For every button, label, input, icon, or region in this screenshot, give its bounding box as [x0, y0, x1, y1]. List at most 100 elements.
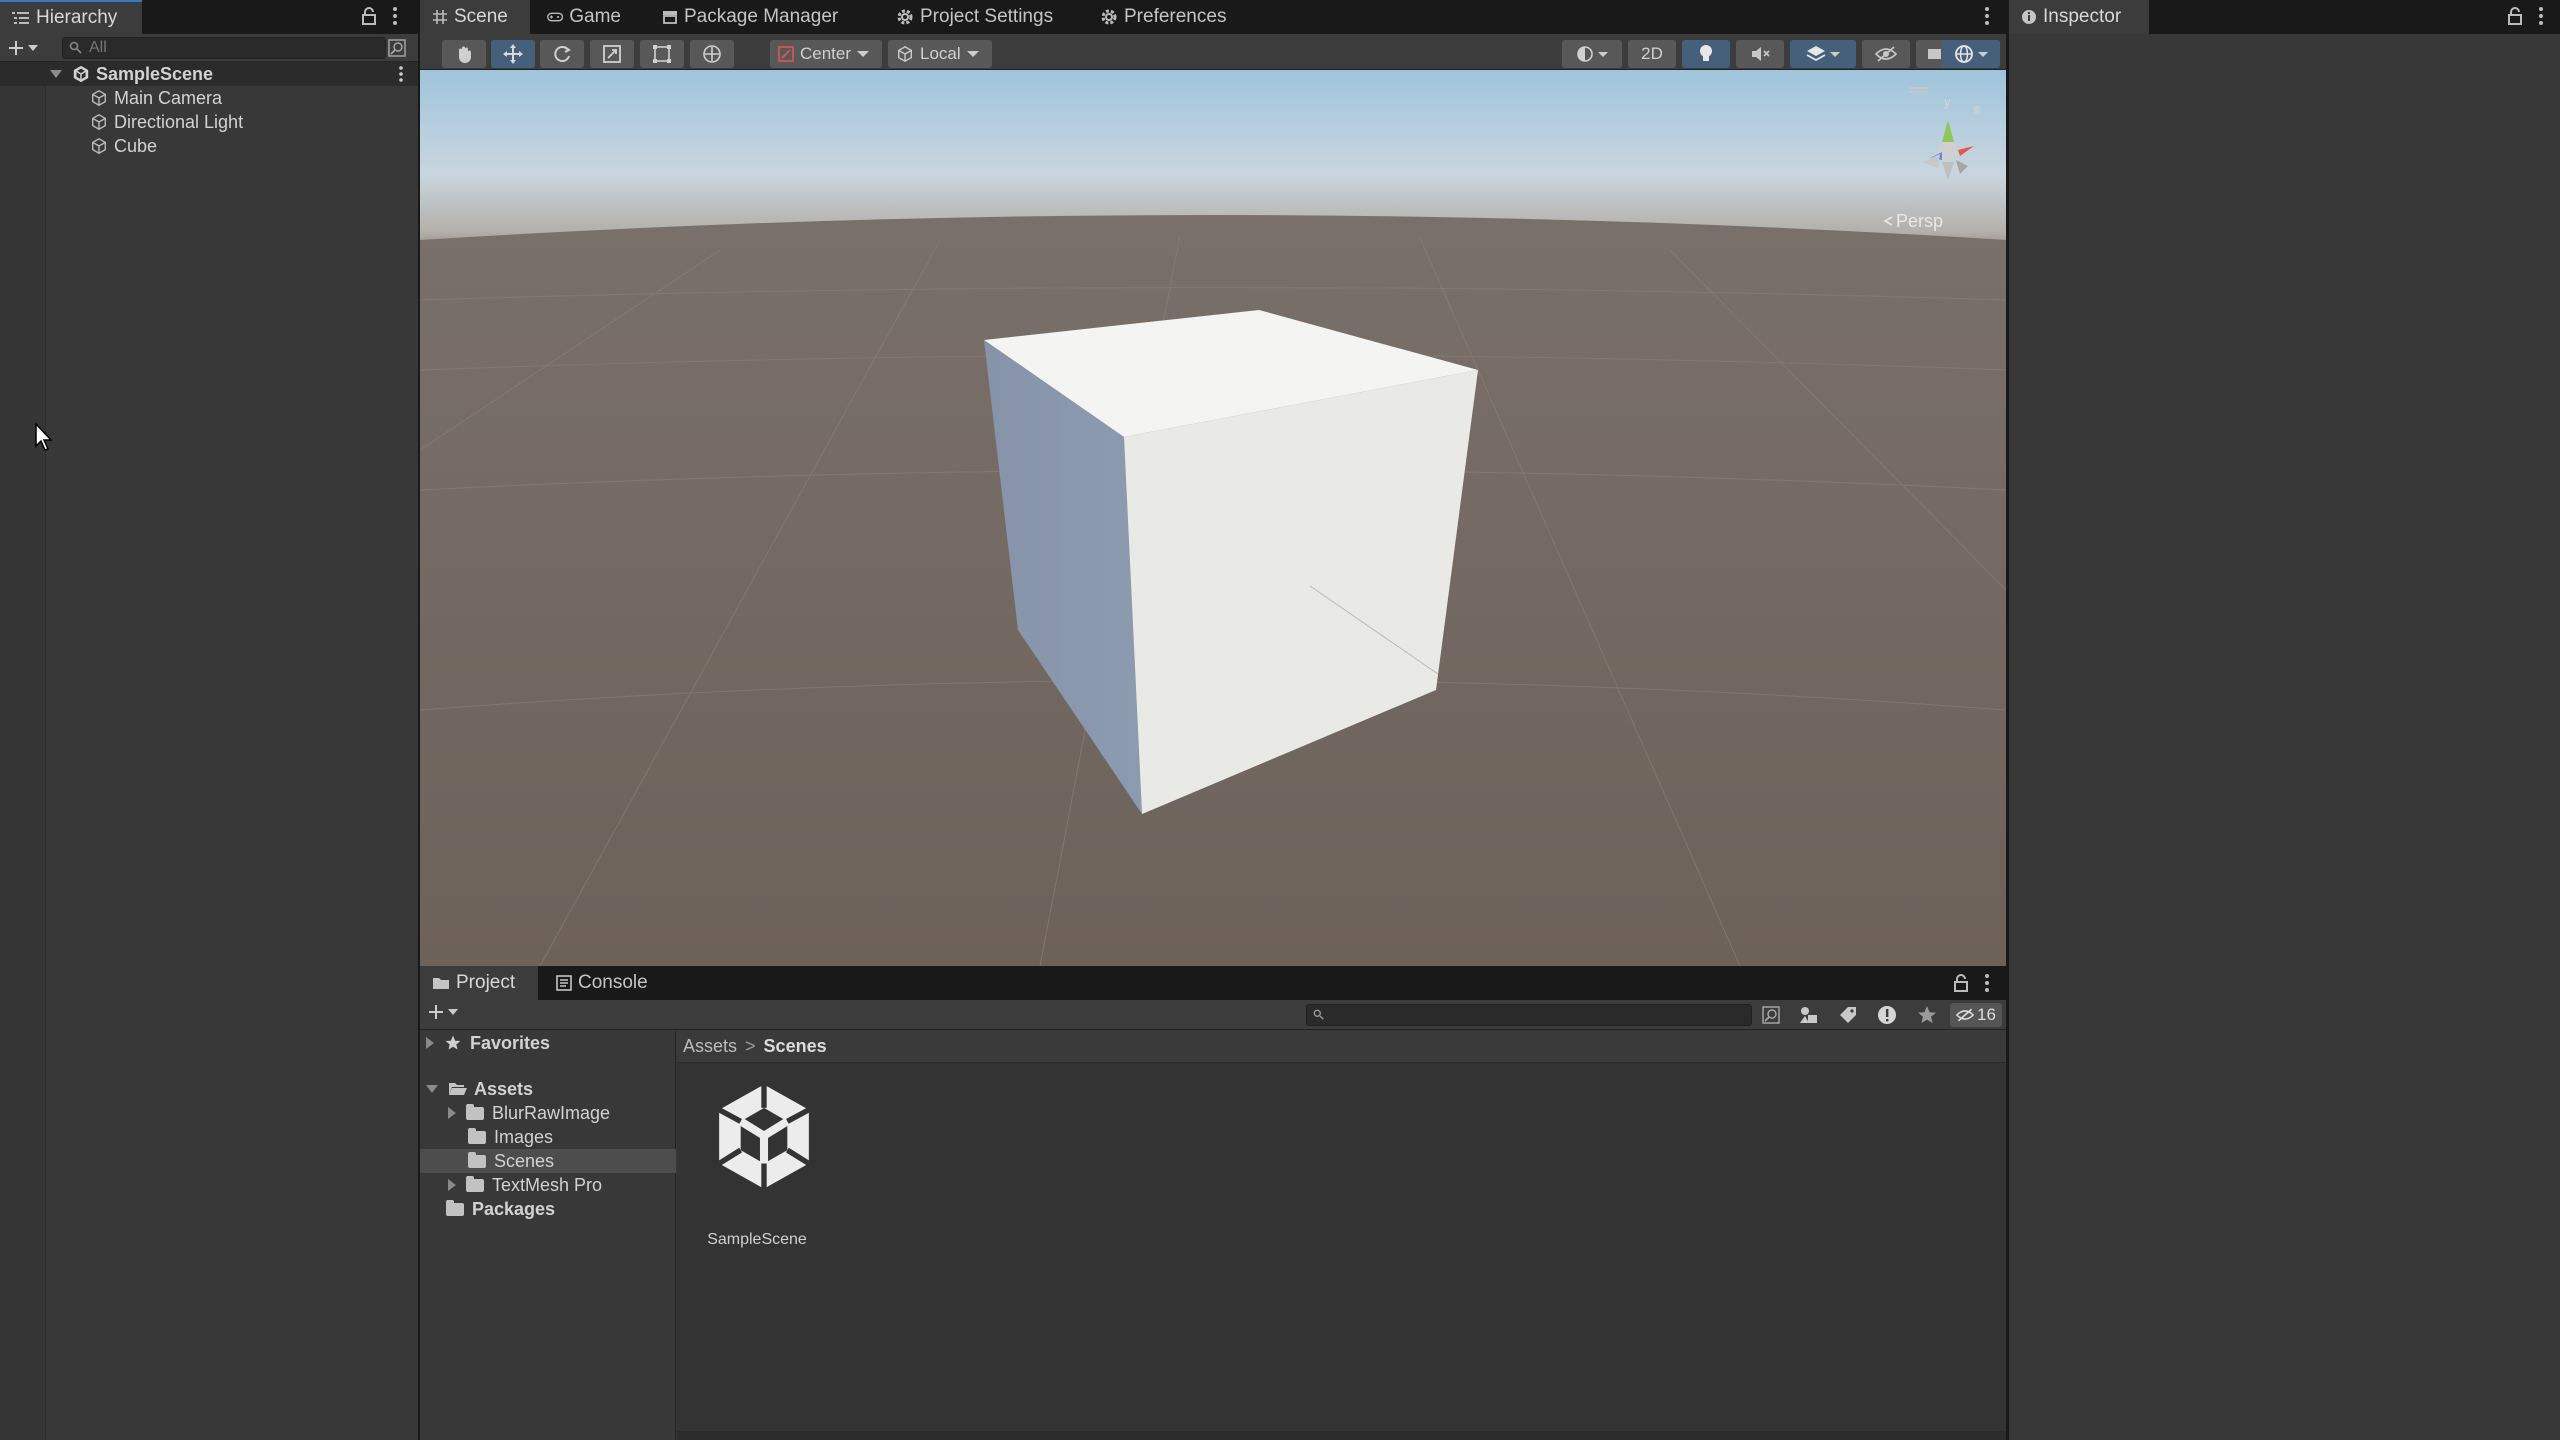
scene-visibility-button[interactable] [1862, 40, 1910, 68]
tab-game[interactable]: Game [535, 0, 633, 34]
tree-item-textmesh-pro[interactable]: TextMesh Pro [420, 1173, 676, 1197]
expand-arrow-icon[interactable] [448, 1107, 456, 1119]
projection-toggle[interactable]: Persp [1882, 210, 1943, 232]
transform-tool-button[interactable] [690, 40, 734, 68]
effects-dropdown[interactable] [1790, 40, 1856, 68]
lock-icon[interactable] [1954, 974, 1968, 992]
tree-label: Images [494, 1126, 554, 1147]
breadcrumb-scenes[interactable]: Scenes [764, 1036, 827, 1057]
hand-tool-button[interactable] [442, 40, 486, 68]
collapse-arrow-icon[interactable] [426, 1085, 438, 1093]
inspector-panel [2009, 34, 2560, 1440]
hierarchy-tabbar: Hierarchy [0, 0, 418, 34]
gameobject-icon [92, 114, 106, 130]
chevron-left-icon [1883, 216, 1893, 226]
hierarchy-tab-label: Hierarchy [36, 7, 118, 28]
project-search-field[interactable] [1306, 1004, 1752, 1026]
axis-gizmo-icon[interactable] [1870, 80, 1990, 200]
grid-icon [433, 10, 447, 24]
hierarchy-search-field[interactable] [62, 37, 386, 59]
unity-scene-icon [73, 65, 89, 83]
shading-sphere-icon [1577, 46, 1593, 62]
breadcrumb-assets[interactable]: Assets [683, 1036, 737, 1057]
rect-tool-button[interactable] [640, 40, 684, 68]
tab-project[interactable]: Project [420, 966, 538, 1000]
project-add-button[interactable] [428, 1004, 458, 1020]
hierarchy-item-main-camera[interactable]: Main Camera [0, 86, 418, 110]
project-assets-panel: Assets > Scenes SampleScene [677, 1031, 2006, 1440]
gameobject-icon [92, 138, 106, 154]
hidden-packages-toggle[interactable]: 16 [1950, 1003, 2002, 1027]
filter-by-type-icon[interactable] [1798, 1005, 1820, 1025]
hierarchy-item-directional-light[interactable]: Directional Light [0, 110, 418, 134]
folder-icon [466, 1175, 484, 1192]
folder-icon [468, 1127, 486, 1144]
pivot-center-icon [778, 46, 794, 62]
tab-package-manager[interactable]: Package Manager [650, 0, 878, 34]
toggle-2d-button[interactable]: 2D [1628, 40, 1676, 68]
move-tool-button[interactable] [491, 40, 535, 68]
rotate-icon [554, 46, 571, 63]
more-options-icon[interactable] [2538, 6, 2544, 26]
more-options-icon[interactable] [1984, 973, 1990, 993]
chevron-down-icon [448, 1009, 458, 1015]
collapse-arrow-icon[interactable] [50, 70, 62, 78]
add-button[interactable] [8, 36, 48, 60]
pivot-mode-dropdown[interactable]: Center [770, 40, 882, 68]
hierarchy-search-input[interactable] [87, 38, 371, 58]
audio-toggle-button[interactable] [1736, 40, 1784, 68]
asset-label: SampleScene [707, 1231, 807, 1248]
tree-item-images[interactable]: Images [420, 1125, 676, 1149]
tab-scene-label: Scene [454, 6, 508, 27]
tree-item-scenes[interactable]: Scenes [420, 1149, 676, 1173]
gizmos-button[interactable] [1942, 40, 2000, 68]
tab-hierarchy[interactable]: Hierarchy [0, 0, 142, 34]
star-icon [445, 1035, 461, 1050]
hierarchy-toolbar [0, 34, 418, 62]
expand-arrow-icon[interactable] [448, 1179, 456, 1191]
console-icon [556, 975, 572, 991]
more-options-icon[interactable] [392, 6, 398, 26]
tab-project-settings-label: Project Settings [920, 6, 1054, 27]
horizontal-scrollbar[interactable] [677, 1431, 2006, 1440]
tab-inspector[interactable]: Inspector [2009, 0, 2149, 34]
search-filter-icon[interactable] [388, 39, 406, 57]
hierarchy-scene-row[interactable]: SampleScene [0, 62, 418, 86]
tree-label: BlurRawImage [492, 1102, 611, 1123]
chevron-down-icon [1598, 51, 1608, 57]
tree-item-favorites[interactable]: Favorites [420, 1031, 676, 1055]
hidden-packages-count: 16 [1977, 1005, 1996, 1024]
favorites-star-icon[interactable] [1916, 1004, 1938, 1026]
search-filter-icon[interactable] [1762, 1006, 1780, 1024]
rotate-tool-button[interactable] [540, 40, 584, 68]
expand-arrow-icon[interactable] [426, 1037, 434, 1049]
pivot-rotation-dropdown[interactable]: Local [888, 40, 992, 68]
scene-menu-icon[interactable] [398, 65, 404, 83]
tab-console[interactable]: Console [544, 966, 664, 1000]
plus-icon [9, 41, 23, 55]
tab-scene[interactable]: Scene [420, 0, 530, 34]
scene-viewport[interactable]: y Persp [420, 70, 2006, 966]
tree-item-packages[interactable]: Packages [420, 1197, 676, 1221]
tab-project-settings[interactable]: Project Settings [884, 0, 1082, 34]
lock-icon[interactable] [2508, 7, 2522, 25]
draw-mode-dropdown[interactable] [1562, 40, 1622, 68]
scale-tool-button[interactable] [590, 40, 634, 68]
tree-label: Favorites [470, 1032, 551, 1053]
hierarchy-item-cube[interactable]: Cube [0, 134, 418, 158]
more-options-icon[interactable] [1984, 6, 1990, 26]
lock-icon[interactable] [362, 7, 376, 25]
tree-label: Assets [474, 1078, 534, 1099]
projection-label: Persp [1896, 210, 1944, 231]
lighting-toggle-button[interactable] [1682, 40, 1730, 68]
search-icon [69, 41, 82, 54]
asset-item-samplescene[interactable] [697, 1083, 831, 1203]
tree-label: Scenes [494, 1150, 555, 1171]
filter-by-label-icon[interactable] [1838, 1005, 1858, 1025]
tab-preferences[interactable]: Preferences [1088, 0, 1248, 34]
warning-filter-icon[interactable] [1876, 1004, 1898, 1026]
tree-item-blurrawimage[interactable]: BlurRawImage [420, 1101, 676, 1125]
chevron-down-icon [1830, 51, 1840, 57]
tree-item-assets[interactable]: Assets [420, 1077, 676, 1101]
orientation-gizmo[interactable]: y [1870, 80, 1990, 200]
